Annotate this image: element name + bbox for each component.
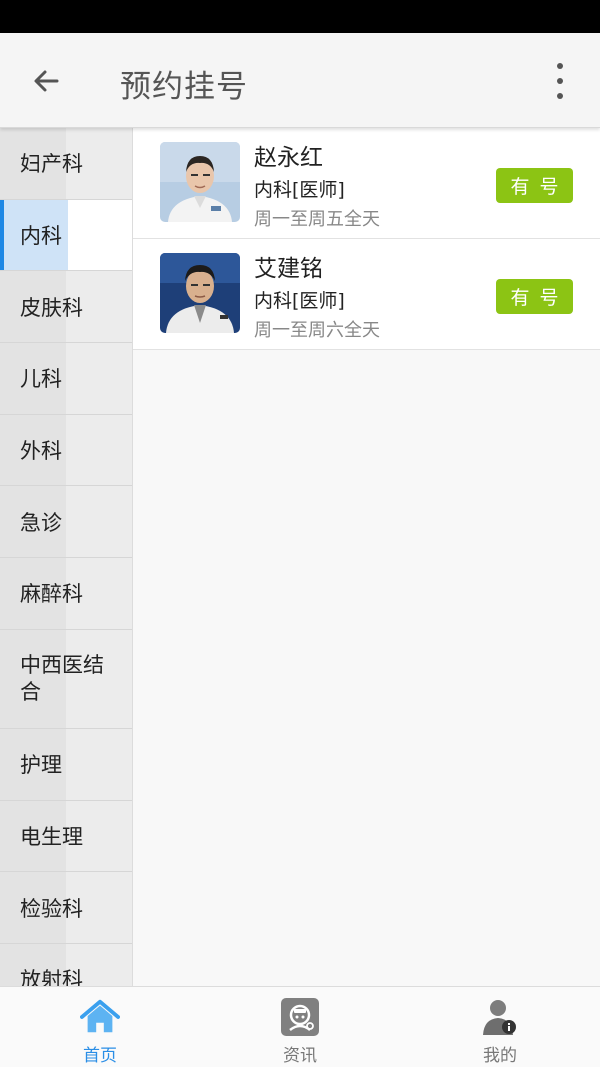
- doctor-dept: 内科[医师]: [254, 290, 345, 312]
- available-button[interactable]: 有号: [496, 168, 573, 203]
- status-bar: [0, 0, 600, 33]
- dept-item[interactable]: 麻醉科: [0, 558, 132, 630]
- nav-label: 我的: [483, 1046, 517, 1066]
- available-button[interactable]: 有号: [496, 279, 573, 314]
- doctor-row[interactable]: 赵永红 内科[医师] 周一至周五全天 有号: [133, 128, 600, 239]
- app-bar: 预约挂号: [0, 33, 600, 128]
- doctor-name: 艾建铭: [254, 256, 323, 282]
- nav-profile[interactable]: 我的: [400, 987, 600, 1067]
- back-arrow-icon: [34, 70, 59, 92]
- dept-item[interactable]: 外科: [0, 414, 132, 487]
- back-button[interactable]: [20, 57, 72, 105]
- doctor-list: 赵永红 内科[医师] 周一至周五全天 有号 艾建铭 内科[医师] 周一至周六全天…: [133, 128, 600, 986]
- dept-item[interactable]: 放射科: [0, 943, 132, 986]
- dept-item-selected[interactable]: 内科: [0, 199, 132, 272]
- page-title: 预约挂号: [120, 69, 248, 105]
- overflow-menu-button[interactable]: [548, 63, 572, 99]
- dept-item[interactable]: 儿科: [0, 343, 132, 415]
- department-sidebar: 妇产科 内科 皮肤科 儿科 外科 急诊 麻醉科 中西医结合 护理 电生理 检验科…: [0, 128, 133, 986]
- doctor-schedule: 周一至周五全天: [254, 209, 380, 230]
- doctor-row[interactable]: 艾建铭 内科[医师] 周一至周六全天 有号: [133, 239, 600, 350]
- doctor-avatar: [160, 142, 240, 222]
- doctor-name: 赵永红: [254, 145, 323, 171]
- dept-item[interactable]: 皮肤科: [0, 271, 132, 344]
- dept-item[interactable]: 急诊: [0, 486, 132, 559]
- profile-icon: [480, 997, 520, 1037]
- doctor-avatar: [160, 253, 240, 333]
- dept-item[interactable]: 电生理: [0, 800, 132, 873]
- more-vert-icon: [557, 63, 563, 69]
- nav-home[interactable]: 首页: [0, 987, 200, 1067]
- home-icon: [80, 997, 120, 1037]
- dept-item[interactable]: 中西医结合: [0, 629, 132, 729]
- bottom-nav: 首页 资讯 我的: [0, 986, 600, 1067]
- nav-label: 资讯: [283, 1046, 317, 1066]
- doctor-dept: 内科[医师]: [254, 179, 345, 201]
- doctor-schedule: 周一至周六全天: [254, 320, 380, 341]
- news-icon: [280, 997, 320, 1037]
- nav-news[interactable]: 资讯: [200, 987, 400, 1067]
- dept-item[interactable]: 妇产科: [0, 128, 132, 200]
- dept-item[interactable]: 护理: [0, 728, 132, 801]
- dept-item[interactable]: 检验科: [0, 872, 132, 944]
- nav-label: 首页: [83, 1046, 117, 1066]
